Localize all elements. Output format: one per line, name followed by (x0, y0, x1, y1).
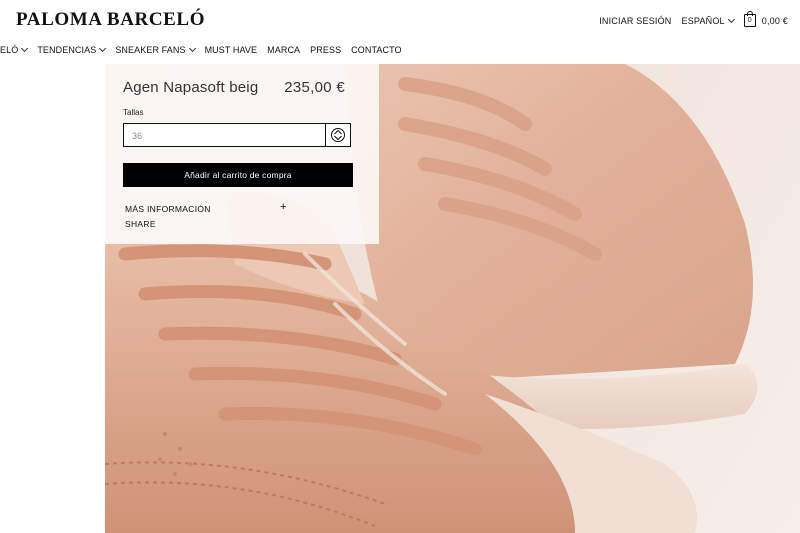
nav-label: ELÓ (0, 45, 19, 55)
product-name: Agen Napasoft beig (123, 79, 259, 96)
nav-item-marca[interactable]: MARCA (267, 45, 300, 55)
login-link[interactable]: INICIAR SESIÓN (599, 16, 671, 26)
cart-total: 0,00 € (761, 15, 788, 26)
cart-button[interactable]: 0 0,00 € (743, 11, 788, 27)
nav-label: CONTACTO (351, 45, 402, 55)
nav-label: SNEAKER FANS (115, 45, 186, 55)
nav-item-sneaker-fans[interactable]: SNEAKER FANS (115, 44, 196, 55)
product-panel: Agen Napasoft beig 235,00 € Tallas 36 Añ… (105, 64, 379, 244)
chevron-down-icon (99, 44, 107, 53)
language-label: ESPAÑOL (681, 15, 725, 26)
chevron-down-icon (188, 44, 196, 53)
cart-count: 0 (747, 17, 752, 24)
site-header: PALOMA BARCELÓ INICIAR SESIÓN ESPAÑOL 0 … (0, 0, 800, 64)
share-link[interactable]: SHARE (125, 219, 156, 229)
add-to-cart-button[interactable]: Añadir al carrito de compra (123, 163, 353, 187)
nav-item-must-have[interactable]: MUST HAVE (205, 45, 258, 55)
size-select[interactable]: 36 (123, 123, 351, 147)
nav-label: MUST HAVE (204, 45, 258, 55)
page-margin (0, 64, 105, 533)
top-utility-nav: INICIAR SESIÓN ESPAÑOL 0 0,00 € (589, 11, 788, 27)
brand-logo[interactable]: PALOMA BARCELÓ (16, 9, 205, 31)
plus-icon[interactable]: + (280, 201, 286, 213)
nav-item-contacto[interactable]: CONTACTO (351, 45, 401, 55)
product-price: 235,00 € (284, 79, 345, 96)
shopping-bag-icon: 0 (743, 11, 756, 27)
nav-label: TENDENCIAS (37, 45, 97, 55)
more-info-toggle[interactable]: MÁS INFORMACIÓN (125, 204, 211, 214)
language-selector[interactable]: ESPAÑOL (681, 15, 735, 26)
nav-item-brand[interactable]: ELÓ (0, 44, 29, 55)
main-nav: ELÓ TENDENCIAS SNEAKER FANS MUST HAVE MA… (0, 44, 412, 55)
chevron-down-icon (21, 44, 29, 53)
size-label: Tallas (123, 108, 144, 117)
nav-item-press[interactable]: PRESS (310, 45, 341, 55)
up-down-arrows-icon[interactable] (325, 124, 350, 146)
chevron-down-icon (727, 15, 735, 23)
nav-item-tendencias[interactable]: TENDENCIAS (37, 44, 107, 55)
nav-label: PRESS (310, 45, 342, 55)
nav-label: MARCA (267, 45, 301, 55)
size-value: 36 (132, 131, 143, 141)
